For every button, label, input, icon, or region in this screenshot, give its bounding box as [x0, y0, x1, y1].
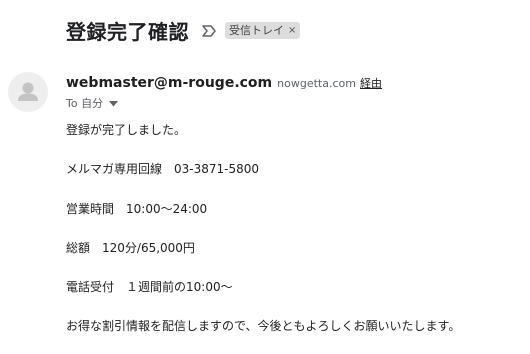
chevron-down-icon[interactable]	[109, 97, 119, 110]
body-line: お得な割引情報を配信しますので、今後ともよろしくお願いいたします。	[66, 319, 461, 333]
sender-address[interactable]: webmaster@m-rouge.com	[66, 75, 272, 91]
label-chip-text: 受信トレイ	[229, 24, 284, 37]
importance-marker-icon[interactable]	[201, 23, 217, 39]
body-line: 電話受付 １週間前の10:00～	[66, 280, 233, 294]
sender-domain: nowgetta.com	[277, 77, 356, 90]
body-line: 営業時間 10:00～24:00	[66, 202, 208, 216]
recipient-details-toggle[interactable]: To 自分	[66, 95, 119, 111]
recipient-label: To 自分	[66, 97, 104, 110]
via-link[interactable]: 経由	[360, 75, 382, 91]
body-line: 総額 120分/65,000円	[66, 241, 195, 255]
inbox-label-chip: 受信トレイ ×	[225, 22, 301, 39]
email-view: 登録完了確認 受信トレイ × webmaster@m-rouge.com now…	[0, 0, 530, 354]
subject-row: 登録完了確認 受信トレイ ×	[66, 16, 301, 45]
default-avatar-icon	[18, 82, 38, 101]
body-line: 登録が完了しました。	[66, 123, 187, 137]
remove-label-button[interactable]: ×	[288, 25, 296, 36]
body-line: メルマガ専用回線 03-3871-5800	[66, 162, 260, 176]
sender-row: webmaster@m-rouge.com nowgetta.com 経由	[66, 75, 382, 91]
sender-avatar	[8, 72, 48, 112]
email-subject: 登録完了確認	[66, 20, 189, 44]
